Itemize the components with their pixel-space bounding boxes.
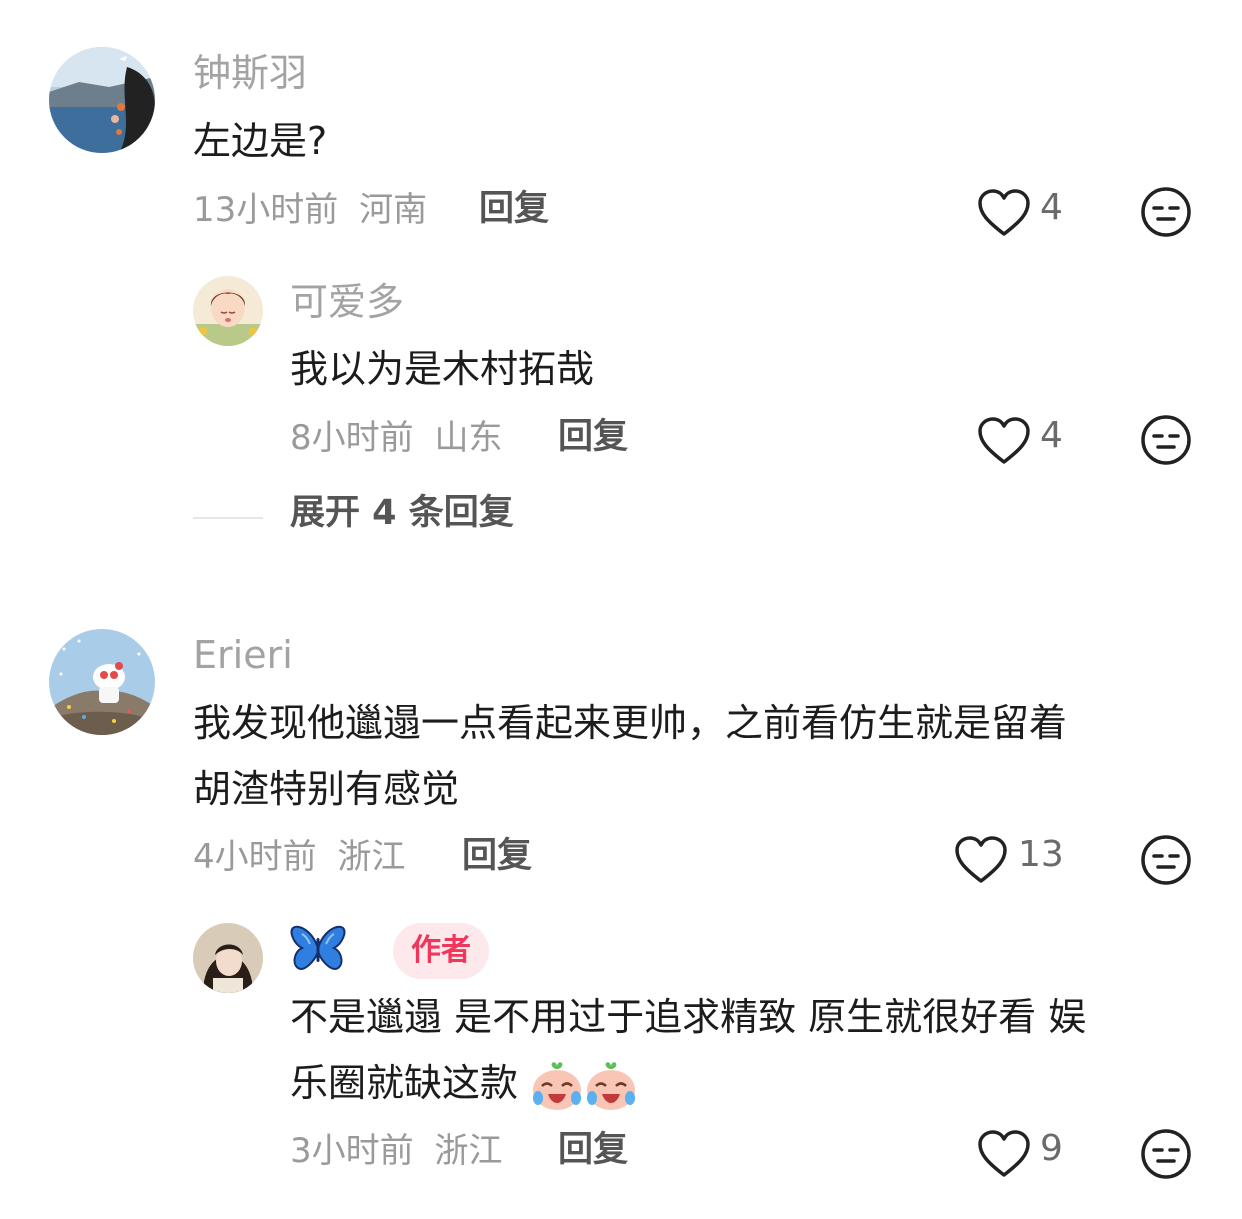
comment-time: 4小时前 <box>193 837 317 877</box>
like-count: 4 <box>1040 187 1063 228</box>
like-button[interactable] <box>954 836 1008 888</box>
comment-text-line: 乐圈就缺这款 <box>290 1061 519 1105</box>
crying-laughing-face-icon <box>584 1060 638 1112</box>
dislike-button[interactable] <box>1140 414 1192 470</box>
comment-meta: 8小时前 山东 <box>290 421 502 455</box>
expand-replies-button[interactable]: 展开 4 条回复 <box>290 496 514 531</box>
user-avatar[interactable] <box>193 923 263 993</box>
crying-laughing-face-icon <box>530 1060 584 1112</box>
reply-button[interactable]: 回复 <box>479 192 549 227</box>
comment-location: 浙江 <box>337 837 406 877</box>
comment-location: 河南 <box>359 190 428 230</box>
like-button[interactable] <box>977 1130 1031 1182</box>
dislike-button[interactable] <box>1140 186 1192 242</box>
divider <box>193 517 263 519</box>
expressionless-face-icon <box>1140 187 1192 242</box>
user-avatar[interactable] <box>49 629 155 735</box>
heart-outline-icon <box>954 836 1008 888</box>
comment-text-line: 胡渣特别有感觉 <box>193 767 460 811</box>
user-avatar[interactable] <box>193 276 263 346</box>
comment-text-line: 不是邋遢 是不用过于追求精致 原生就很好看 娱 <box>290 995 1087 1039</box>
comment-meta: 13小时前 河南 <box>193 193 427 227</box>
comment-text-line-2: 乐圈就缺这款 <box>290 1050 1190 1116</box>
butterfly-emoji-icon <box>290 925 346 978</box>
comment-text-line: 我发现他邋遢一点看起来更帅，之前看仿生就是留着 <box>193 701 1068 745</box>
comment-meta: 4小时前 浙江 <box>193 840 405 874</box>
username[interactable]: 钟斯羽 <box>193 54 307 92</box>
comment-location: 山东 <box>434 418 503 458</box>
heart-outline-icon <box>977 1130 1031 1182</box>
comment-text: 我发现他邋遢一点看起来更帅，之前看仿生就是留着 胡渣特别有感觉 <box>193 690 1193 822</box>
comment-time: 3小时前 <box>290 1131 414 1171</box>
author-badge: 作者 <box>393 923 489 979</box>
dislike-button[interactable] <box>1140 1128 1192 1184</box>
reply-button[interactable]: 回复 <box>462 839 532 874</box>
like-count: 4 <box>1040 415 1063 456</box>
like-count: 9 <box>1040 1128 1063 1169</box>
reply-button[interactable]: 回复 <box>558 420 628 455</box>
username[interactable] <box>290 924 346 978</box>
user-avatar[interactable] <box>49 47 155 153</box>
like-button[interactable] <box>977 189 1031 241</box>
comment-time: 13小时前 <box>193 190 339 230</box>
expressionless-face-icon <box>1140 1129 1192 1184</box>
heart-outline-icon <box>977 189 1031 241</box>
comment-meta: 3小时前 浙江 <box>290 1134 502 1168</box>
username[interactable]: 可爱多 <box>290 283 404 321</box>
comment-location: 浙江 <box>434 1131 503 1171</box>
comment-text: 左边是? <box>193 119 328 163</box>
reply-button[interactable]: 回复 <box>558 1133 628 1168</box>
comment-text: 不是邋遢 是不用过于追求精致 原生就很好看 娱 乐圈就缺这款 <box>290 984 1190 1116</box>
heart-outline-icon <box>977 417 1031 469</box>
expressionless-face-icon <box>1140 835 1192 890</box>
dislike-button[interactable] <box>1140 834 1192 890</box>
like-button[interactable] <box>977 417 1031 469</box>
comment-time: 8小时前 <box>290 418 414 458</box>
expressionless-face-icon <box>1140 415 1192 470</box>
username[interactable]: Erieri <box>193 636 293 674</box>
like-count: 13 <box>1018 834 1064 875</box>
comment-text: 我以为是木村拓哉 <box>290 347 595 391</box>
